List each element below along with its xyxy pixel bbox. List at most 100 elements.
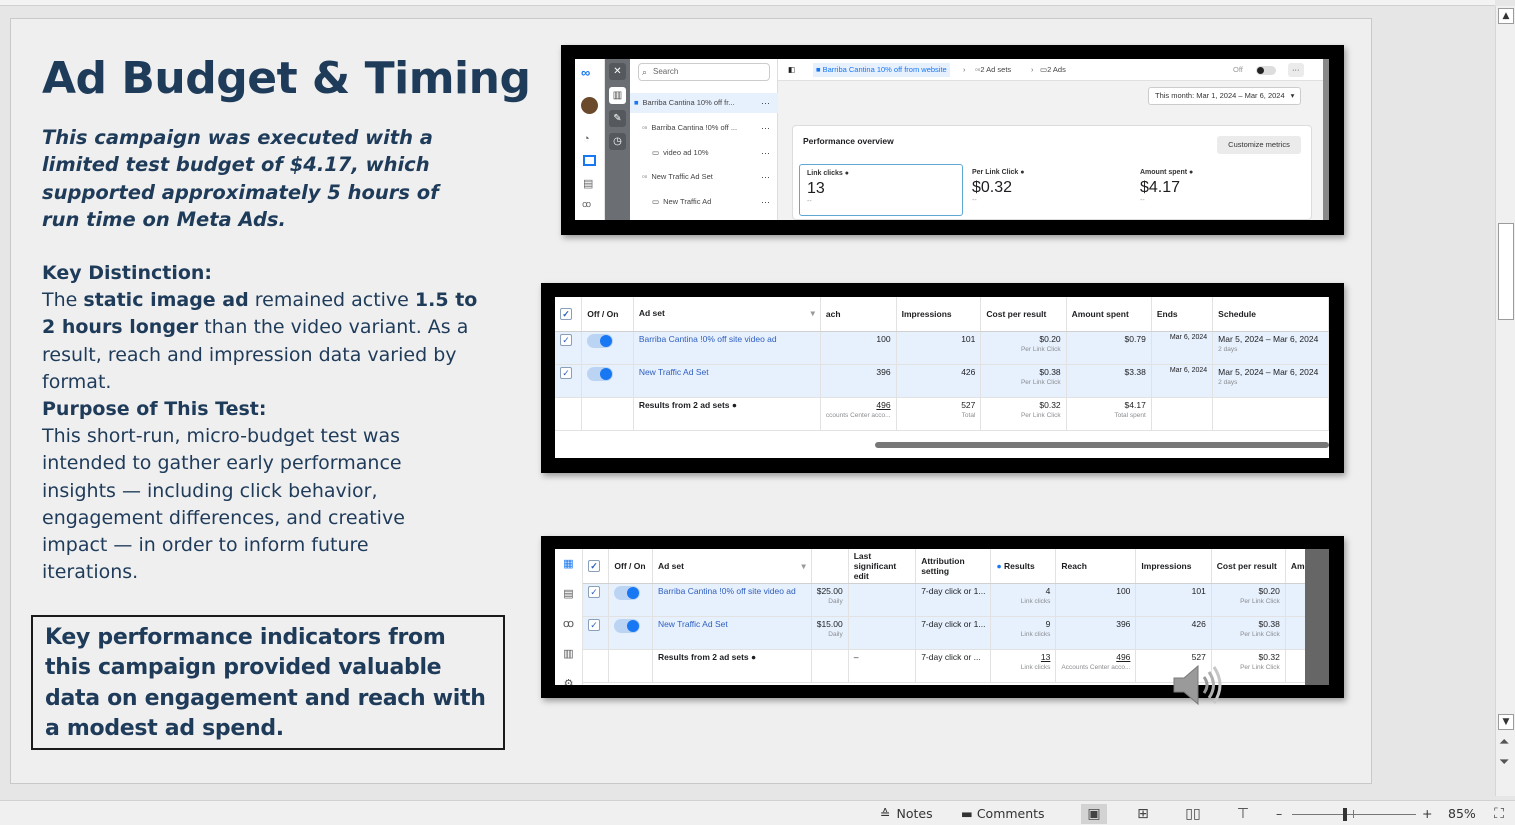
column-header[interactable]: Cost per result — [980, 297, 1067, 332]
people-icon[interactable]: ꝏ — [555, 609, 582, 639]
grid-icon[interactable]: ▦ — [555, 549, 582, 579]
callout-box[interactable]: Key performance indicators from this cam… — [31, 615, 505, 750]
column-header[interactable]: Off / On — [581, 297, 634, 332]
scroll-thumb[interactable] — [1498, 223, 1514, 320]
notes-button[interactable]: ≙ Notes — [880, 805, 933, 823]
tree-item-adset[interactable]: ▫▫ New Traffic Ad Set ··· — [630, 167, 778, 187]
intro-text[interactable]: This campaign was executed with a limite… — [42, 124, 472, 233]
column-header[interactable]: Impressions — [1135, 549, 1212, 584]
table-row[interactable]: ✓ New Traffic Ad Set $15.00 Daily 7-day c… — [583, 616, 1329, 650]
slide-sorter-icon[interactable]: ⊞ — [1130, 804, 1156, 824]
column-header[interactable]: ● Results — [990, 549, 1057, 584]
settings-icon[interactable]: ⚙ — [555, 669, 582, 685]
adset-name-link[interactable]: Barriba Cantina !0% off site video ad — [633, 331, 821, 365]
breadcrumb-adsets[interactable]: ▫▫2 Ad sets — [975, 59, 1011, 81]
table-row[interactable]: ✓ Barriba Cantina !0% off site video ad … — [583, 583, 1329, 617]
previous-slide-icon[interactable]: ⏶ — [1499, 736, 1509, 749]
breadcrumb-ads[interactable]: ▭2 Ads — [1040, 59, 1066, 81]
horizontal-scrollbar[interactable] — [875, 442, 1329, 448]
vertical-scrollbar[interactable] — [1305, 549, 1329, 685]
vertical-scrollbar[interactable] — [1323, 59, 1329, 220]
column-header[interactable]: Off / On — [608, 549, 653, 584]
comments-button[interactable]: ▬ Comments — [961, 805, 1045, 823]
row-checkbox[interactable]: ✓ — [583, 583, 610, 617]
pages-icon[interactable]: ▤ — [555, 579, 582, 609]
row-checkbox[interactable]: ✓ — [583, 616, 610, 650]
metric-amount-spent[interactable]: Amount spent ● $4.17 -- — [1133, 164, 1297, 216]
column-header[interactable]: Attribution setting — [915, 549, 992, 584]
metric-per-link-click[interactable]: Per Link Click ● $0.32 -- — [965, 164, 1129, 216]
row-toggle[interactable] — [608, 616, 653, 650]
body-text[interactable]: Key Distinction: The static image ad rem… — [42, 260, 482, 586]
breadcrumb-campaign[interactable]: ■ Barriba Cantina 10% off from website — [813, 63, 950, 77]
row-toggle[interactable] — [581, 331, 634, 365]
slideshow-icon[interactable]: ⊤ — [1230, 804, 1256, 824]
column-header[interactable] — [811, 549, 849, 584]
select-all-checkbox[interactable]: ✓ — [555, 297, 583, 332]
scroll-down-button[interactable]: ▼ — [1498, 714, 1514, 730]
tree-item-ad[interactable]: ▭ New Traffic Ad ··· — [630, 192, 778, 212]
more-icon[interactable]: ··· — [761, 192, 770, 212]
column-header[interactable]: Ad set ▾ — [633, 297, 821, 332]
clock-icon[interactable]: ◷ — [609, 133, 626, 150]
column-header[interactable]: Cost per result — [1211, 549, 1286, 584]
column-header[interactable]: Reach — [1055, 549, 1137, 584]
search-input[interactable]: Search — [638, 63, 770, 81]
fit-to-window-icon[interactable]: ⛶ — [1487, 804, 1511, 824]
tree-item-adset[interactable]: ▫▫ Barriba Cantina !0% off ... ··· — [630, 118, 778, 138]
edit-icon[interactable]: ✎ — [609, 110, 626, 127]
zoom-out-button[interactable]: – — [1276, 805, 1282, 823]
metric-label: Per Link Click ● — [972, 169, 1122, 176]
next-slide-icon[interactable]: ⏷ — [1499, 756, 1509, 769]
zoom-in-button[interactable]: + — [1422, 805, 1432, 823]
adset-name-link[interactable]: New Traffic Ad Set — [652, 616, 812, 650]
more-icon[interactable]: ··· — [761, 93, 770, 113]
results-value: 4 — [1045, 586, 1051, 596]
zoom-level[interactable]: 85% — [1448, 805, 1476, 823]
totals-label-text: Results from 2 ad sets — [657, 652, 749, 662]
adset-name-link[interactable]: Barriba Cantina !0% off site video ad — [652, 583, 812, 617]
zoom-slider-thumb[interactable] — [1343, 808, 1347, 821]
column-header[interactable]: Impressions — [896, 297, 982, 332]
more-icon[interactable]: ··· — [761, 167, 770, 187]
column-header[interactable]: Amount spent — [1066, 297, 1152, 332]
zoom-midpoint-tick — [1353, 810, 1354, 818]
reading-view-icon[interactable]: ▯▯ — [1180, 804, 1206, 824]
table-row[interactable]: ✓ New Traffic Ad Set 396 426 $0.38 Per Li… — [555, 364, 1329, 398]
zoom-slider[interactable] — [1292, 814, 1416, 815]
customize-metrics-button[interactable]: Customize metrics — [1217, 136, 1301, 154]
adset-name-link[interactable]: New Traffic Ad Set — [633, 364, 821, 398]
chart-icon[interactable]: ▥ — [609, 87, 626, 104]
meta-logo-icon: ∞ — [581, 65, 591, 80]
cost-total: $0.32 Per Link Click — [980, 397, 1067, 431]
select-all-checkbox[interactable]: ✓ — [583, 549, 610, 584]
column-header[interactable]: Ad set ▾ — [652, 549, 812, 584]
list-icon[interactable]: ▥ — [555, 639, 582, 669]
slide-title[interactable]: Ad Budget & Timing — [42, 53, 531, 104]
close-icon[interactable]: ✕ — [609, 63, 626, 80]
column-header[interactable]: ach — [820, 297, 897, 332]
row-checkbox[interactable]: ✓ — [555, 364, 583, 398]
more-options-button[interactable]: ··· — [1288, 63, 1304, 77]
speaker-icon[interactable] — [1168, 660, 1228, 710]
scroll-up-button[interactable]: ▲ — [1498, 8, 1514, 24]
metric-link-clicks[interactable]: Link clicks ● 13 -- — [799, 164, 963, 216]
row-checkbox[interactable]: ✓ — [555, 331, 583, 365]
screenshot-adset-table[interactable]: ✓ Off / On Ad set ▾ ach Impressions Cost … — [541, 283, 1344, 473]
row-toggle[interactable] — [608, 583, 653, 617]
date-range-picker[interactable]: This month: Mar 1, 2024 – Mar 6, 2024 ▾ — [1148, 87, 1302, 105]
normal-view-icon[interactable]: ▣ — [1081, 804, 1107, 824]
column-header[interactable]: Ends — [1151, 297, 1214, 332]
more-icon[interactable]: ··· — [761, 143, 770, 163]
row-toggle[interactable] — [581, 364, 634, 398]
slide-scrollbar[interactable]: ▲ ▼ ⏶ ⏷ — [1495, 6, 1515, 796]
column-header[interactable]: Last significant edit — [848, 549, 917, 584]
column-header[interactable]: Schedule — [1212, 297, 1329, 332]
tree-item-ad[interactable]: ▭ video ad 10% ··· — [630, 143, 778, 163]
tree-item-campaign[interactable]: ■ Barriba Cantina 10% off fr... ··· — [630, 93, 778, 113]
screenshot-performance-overview[interactable]: ∞ ◔ ▤ ꝏ ✕ ▥ ✎ ◷ Search ■Barriba Cantina … — [561, 45, 1344, 235]
sidebar-toggle-icon[interactable]: ◧ — [788, 59, 795, 81]
table-row[interactable]: ✓ Barriba Cantina !0% off site video ad … — [555, 331, 1329, 365]
more-icon[interactable]: ··· — [761, 118, 770, 138]
on-off-toggle[interactable] — [1256, 66, 1276, 75]
